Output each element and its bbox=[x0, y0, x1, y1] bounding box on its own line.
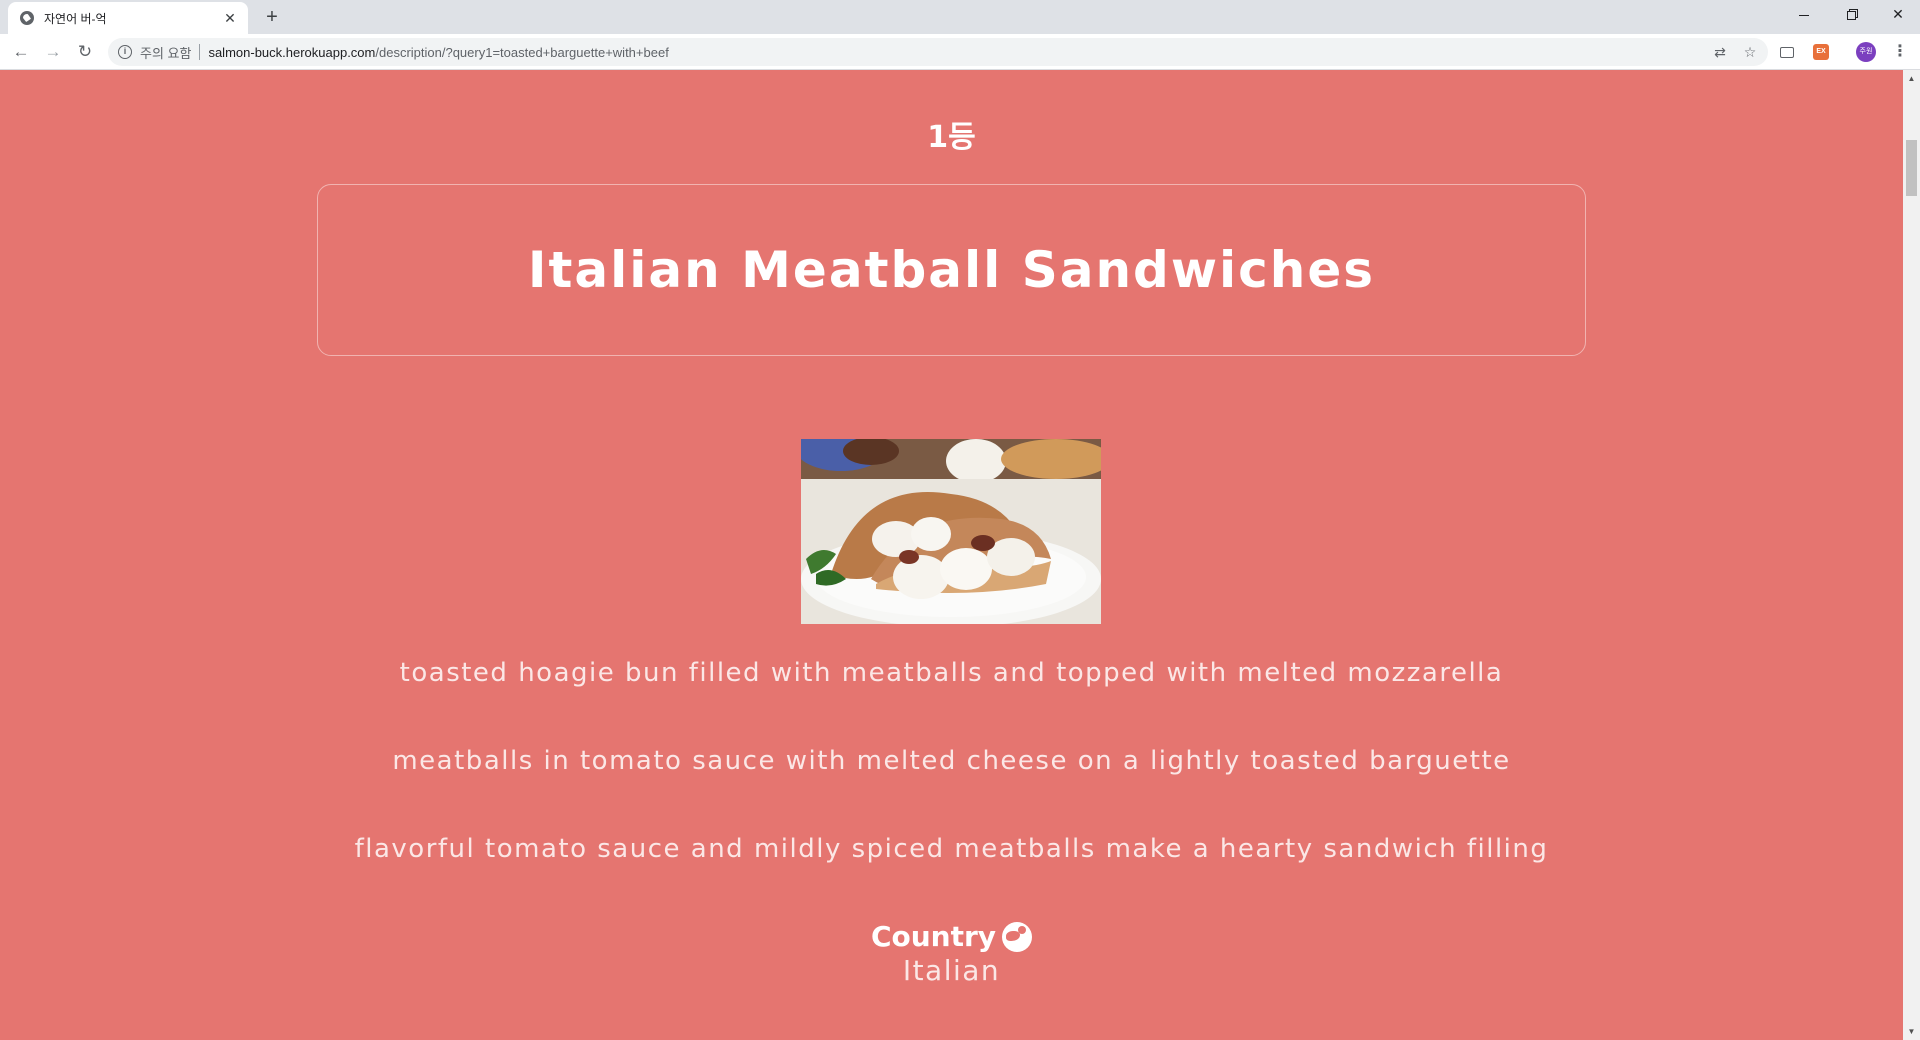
cast-extension-icon[interactable] bbox=[1780, 47, 1794, 58]
address-bar-actions: ⇄ ☆ bbox=[1712, 44, 1758, 60]
country-heading: Country bbox=[0, 920, 1903, 953]
description-line: toasted hoagie bun filled with meatballs… bbox=[399, 658, 1504, 688]
restore-icon bbox=[1846, 10, 1856, 20]
tab-title: 자연어 버-억 bbox=[44, 11, 107, 26]
globe-icon bbox=[1002, 921, 1033, 952]
scroll-down-arrow-icon[interactable]: ▼ bbox=[1903, 1023, 1920, 1040]
browser-tab[interactable]: 자연어 버-억 ✕ bbox=[8, 2, 248, 34]
recipe-title: Italian Meatball Sandwiches bbox=[527, 241, 1376, 299]
url-path[interactable]: /description/?query1=toasted+barguette+w… bbox=[375, 45, 668, 60]
browser-menu-icon[interactable]: ⋮ bbox=[1890, 42, 1910, 62]
reload-button[interactable]: ↻ bbox=[73, 40, 97, 64]
address-divider bbox=[199, 44, 201, 60]
new-tab-button[interactable]: + bbox=[260, 6, 284, 30]
description-line: flavorful tomato sauce and mildly spiced… bbox=[354, 834, 1549, 864]
forward-button[interactable]: → bbox=[41, 40, 65, 64]
security-label[interactable]: 주의 요함 bbox=[140, 43, 191, 62]
back-button[interactable]: ← bbox=[9, 40, 33, 64]
minimize-button[interactable] bbox=[1782, 0, 1826, 28]
page-scrollbar[interactable]: ▲ ▼ bbox=[1903, 70, 1920, 1040]
info-icon[interactable]: i bbox=[118, 45, 132, 59]
restore-button[interactable] bbox=[1829, 0, 1873, 28]
translate-icon[interactable]: ⇄ bbox=[1712, 44, 1728, 60]
bookmark-star-icon[interactable]: ☆ bbox=[1742, 44, 1758, 60]
profile-avatar[interactable]: 주원 bbox=[1856, 42, 1876, 62]
close-window-button[interactable]: ✕ bbox=[1876, 0, 1920, 28]
globe-icon bbox=[20, 11, 34, 25]
minimize-icon bbox=[1799, 14, 1809, 16]
scroll-up-arrow-icon[interactable]: ▲ bbox=[1903, 70, 1920, 87]
tab-strip: 자연어 버-억 ✕ + ✕ bbox=[0, 0, 1920, 34]
url-host[interactable]: salmon-buck.herokuapp.com bbox=[208, 45, 375, 60]
country-label: Country bbox=[870, 920, 997, 953]
description-line: meatballs in tomato sauce with melted ch… bbox=[392, 746, 1511, 776]
close-icon[interactable]: ✕ bbox=[222, 10, 238, 26]
meatball-sandwich-image bbox=[801, 439, 1101, 624]
extension-icon[interactable]: EX bbox=[1813, 44, 1829, 60]
scrollbar-thumb[interactable] bbox=[1906, 140, 1917, 196]
browser-toolbar: ← → ↻ i 주의 요함 salmon-buck.herokuapp.com /… bbox=[0, 34, 1920, 70]
page-viewport: 1등 Italian Meatball Sandwiches toasted h… bbox=[0, 70, 1903, 1040]
country-value: Italian bbox=[902, 954, 1001, 987]
food-photo bbox=[801, 439, 1101, 624]
title-card: Italian Meatball Sandwiches bbox=[317, 184, 1586, 356]
rank-label: 1등 bbox=[927, 120, 976, 155]
address-bar[interactable]: i 주의 요함 salmon-buck.herokuapp.com/descri… bbox=[108, 38, 1768, 66]
